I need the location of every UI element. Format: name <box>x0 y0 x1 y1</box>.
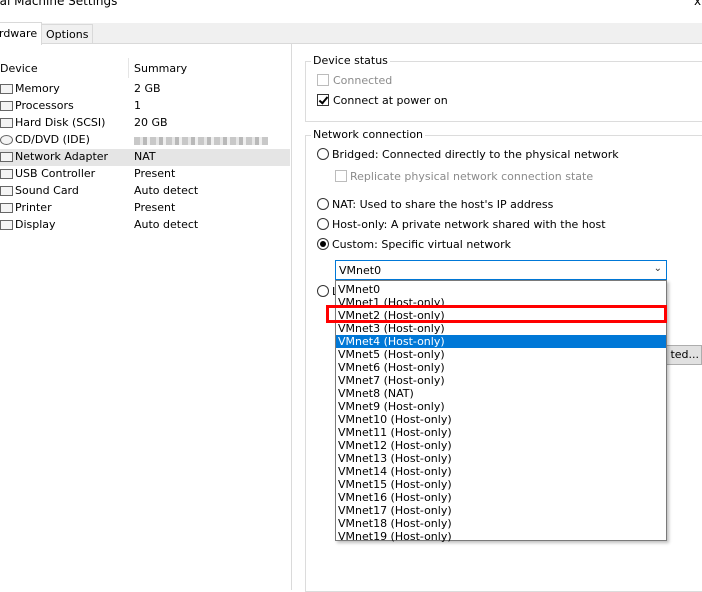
device-row-processors[interactable]: Processors 1 <box>0 98 290 115</box>
vmnet-option[interactable]: VMnet16 (Host-only) <box>336 491 666 504</box>
vmnet-option[interactable]: VMnet0 <box>336 283 666 296</box>
vmnet-option[interactable]: VMnet14 (Host-only) <box>336 465 666 478</box>
vmnet-option[interactable]: VMnet17 (Host-only) <box>336 504 666 517</box>
device-row-usb-controller[interactable]: USB Controller Present <box>0 166 290 183</box>
bridged-label: Bridged: Connected directly to the physi… <box>332 148 619 161</box>
device-summary: 20 GB <box>134 116 168 129</box>
sound-card-icon <box>0 186 13 196</box>
vmnet-option[interactable]: VMnet5 (Host-only) <box>336 348 666 361</box>
vmnet-option[interactable]: VMnet6 (Host-only) <box>336 361 666 374</box>
device-name: Printer <box>15 201 52 214</box>
vmnet-option[interactable]: VMnet9 (Host-only) <box>336 400 666 413</box>
custom-radio[interactable] <box>317 238 329 250</box>
cd-dvd-icon <box>0 135 13 145</box>
device-row-cd-dvd[interactable]: CD/DVD (IDE) <box>0 132 290 149</box>
device-summary: 1 <box>134 99 141 112</box>
combo-value: VMnet0 <box>339 264 382 277</box>
device-name: Sound Card <box>15 184 79 197</box>
close-icon[interactable]: x <box>694 0 701 8</box>
tab-options[interactable]: Options <box>41 24 94 44</box>
device-row-network-adapter[interactable]: Network Adapter NAT <box>0 149 290 166</box>
annotation-highlight-box <box>326 305 667 323</box>
device-row-display[interactable]: Display Auto detect <box>0 217 290 234</box>
vmnet-option[interactable]: VMnet11 (Host-only) <box>336 426 666 439</box>
device-name: USB Controller <box>15 167 96 180</box>
connected-label: Connected <box>333 74 393 87</box>
connect-at-power-on-checkbox[interactable] <box>317 94 329 106</box>
connected-checkbox[interactable] <box>317 74 329 86</box>
hard-disk-icon <box>0 118 13 128</box>
device-summary: Auto detect <box>134 218 199 231</box>
bridged-radio[interactable] <box>317 148 329 160</box>
device-name: Display <box>15 218 56 231</box>
window-title: ual Machine Settings <box>0 0 118 8</box>
vmnet-option[interactable]: VMnet10 (Host-only) <box>336 413 666 426</box>
vmnet-option[interactable]: VMnet7 (Host-only) <box>336 374 666 387</box>
nat-radio[interactable] <box>317 198 329 210</box>
vmnet-option[interactable]: VMnet18 (Host-only) <box>336 517 666 530</box>
device-summary: Present <box>134 167 176 180</box>
host-only-radio[interactable] <box>317 218 329 230</box>
device-name: Network Adapter <box>15 150 109 163</box>
replicate-label: Replicate physical network connection st… <box>350 170 594 183</box>
network-adapter-icon <box>0 152 13 162</box>
nat-label: NAT: Used to share the host's IP address <box>332 198 554 211</box>
device-column-header[interactable]: Device <box>0 62 38 75</box>
device-summary: 2 GB <box>134 82 161 95</box>
lan-segment-radio[interactable] <box>317 285 329 297</box>
device-name: CD/DVD (IDE) <box>15 133 90 146</box>
vmnet-option[interactable]: VMnet13 (Host-only) <box>336 452 666 465</box>
vmnet-option[interactable]: VMnet15 (Host-only) <box>336 478 666 491</box>
display-icon <box>0 220 13 230</box>
printer-icon <box>0 203 13 213</box>
device-status-group <box>305 61 702 122</box>
device-name: Processors <box>15 99 74 112</box>
device-row-printer[interactable]: Printer Present <box>0 200 290 217</box>
host-only-label: Host-only: A private network shared with… <box>332 218 606 231</box>
device-summary: NAT <box>134 150 156 163</box>
usb-icon <box>0 169 13 179</box>
device-name: Memory <box>15 82 60 95</box>
device-row-sound-card[interactable]: Sound Card Auto detect <box>0 183 290 200</box>
vmnet-option[interactable]: VMnet3 (Host-only) <box>336 322 666 335</box>
advanced-button[interactable]: ted... <box>661 345 702 365</box>
vmnet-option[interactable]: VMnet12 (Host-only) <box>336 439 666 452</box>
tab-strip <box>0 23 702 43</box>
tab-hardware[interactable]: rdware <box>0 22 43 45</box>
device-summary: Present <box>134 201 176 214</box>
device-summary: Auto detect <box>134 184 199 197</box>
redacted-summary <box>134 137 268 145</box>
connect-at-power-on-label: Connect at power on <box>333 94 448 107</box>
device-status-title: Device status <box>311 54 390 67</box>
vmnet-option[interactable]: VMnet8 (NAT) <box>336 387 666 400</box>
processor-icon <box>0 101 13 111</box>
vmnet-option-selected[interactable]: VMnet4 (Host-only) <box>336 335 666 348</box>
replicate-checkbox[interactable] <box>335 170 347 182</box>
device-name: Hard Disk (SCSI) <box>15 116 106 129</box>
vmnet-option[interactable]: VMnet19 (Host-only) <box>336 530 666 543</box>
device-row-hard-disk[interactable]: Hard Disk (SCSI) 20 GB <box>0 115 290 132</box>
device-row-memory[interactable]: Memory 2 GB <box>0 81 290 98</box>
custom-network-combobox[interactable]: VMnet0 ⌄ <box>335 260 667 280</box>
chevron-down-icon[interactable]: ⌄ <box>654 263 662 274</box>
custom-label: Custom: Specific virtual network <box>332 238 511 251</box>
column-separator[interactable] <box>128 58 129 78</box>
summary-column-header[interactable]: Summary <box>134 62 187 75</box>
network-connection-title: Network connection <box>311 128 426 141</box>
memory-icon <box>0 84 13 94</box>
